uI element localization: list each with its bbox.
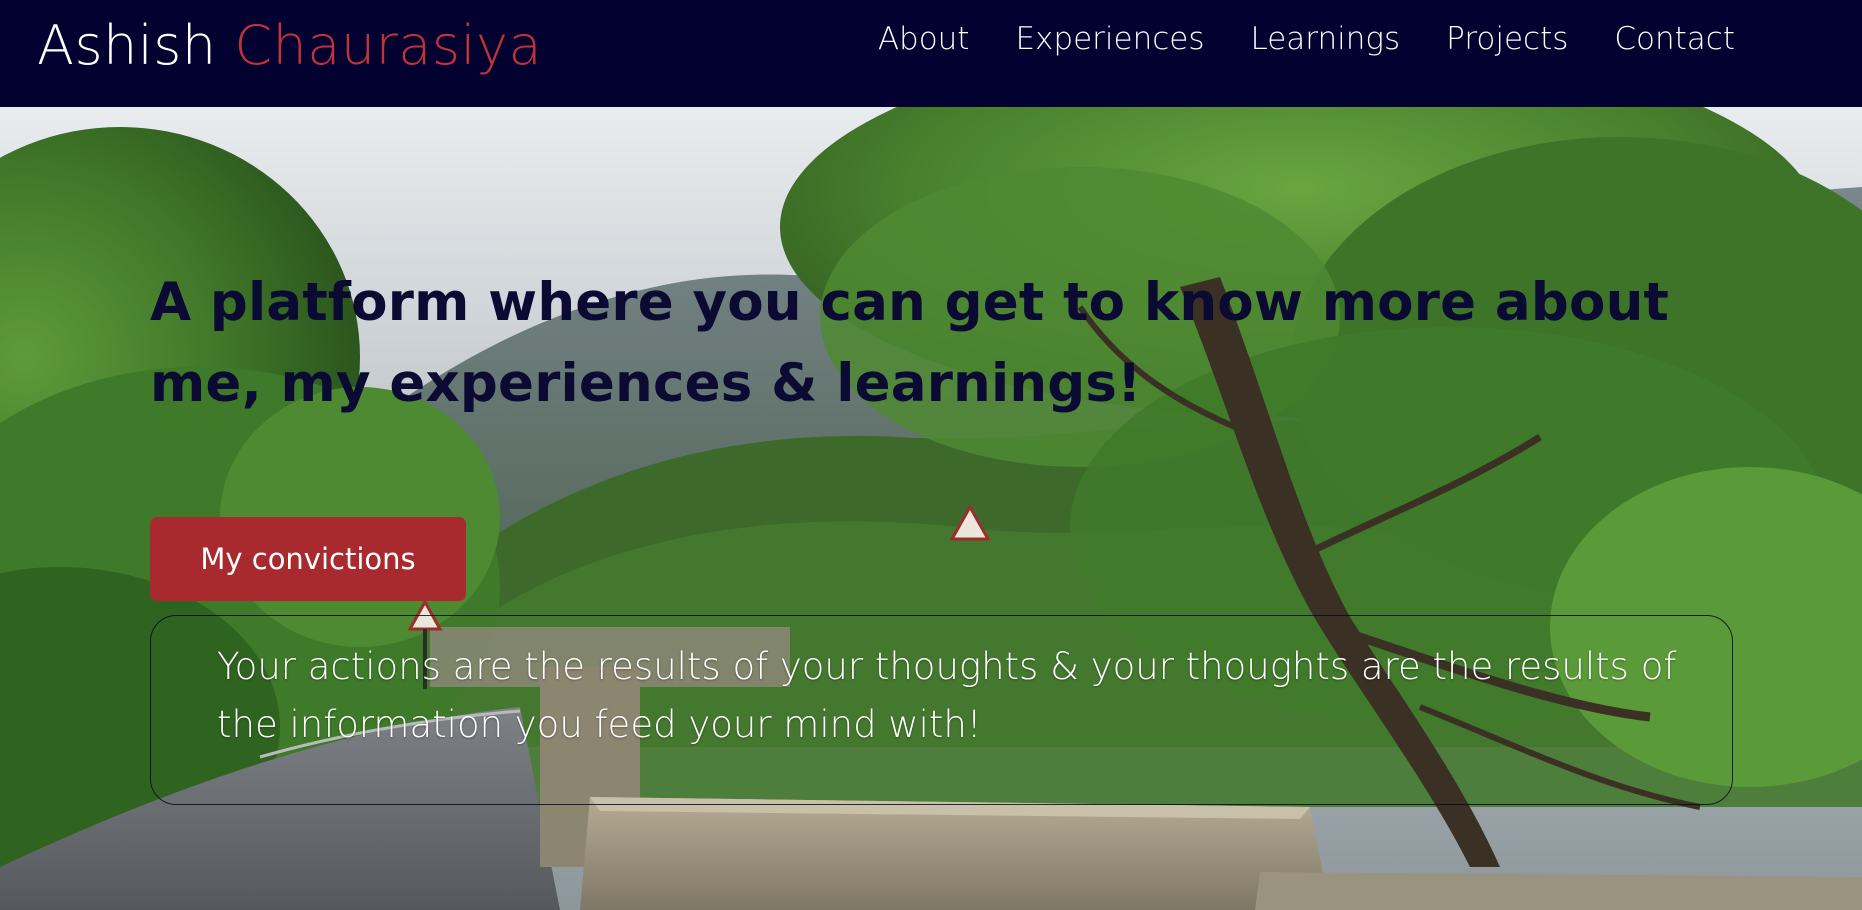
nav-link-about[interactable]: About xyxy=(878,18,970,60)
nav-link-projects[interactable]: Projects xyxy=(1446,18,1568,60)
my-convictions-button[interactable]: My convictions xyxy=(150,517,466,601)
top-navbar: Ashish Chaurasiya About Experiences Lear… xyxy=(0,0,1862,107)
hero-headline: A platform where you can get to know mor… xyxy=(150,272,1670,414)
hero-section: A platform where you can get to know mor… xyxy=(0,107,1862,910)
main-nav: About Experiences Learnings Projects Con… xyxy=(878,18,1735,60)
nav-link-contact[interactable]: Contact xyxy=(1614,18,1735,60)
site-logo[interactable]: Ashish Chaurasiya xyxy=(37,14,542,78)
brand-last-name: Chaurasiya xyxy=(234,14,543,77)
brand-first-name: Ashish xyxy=(37,14,217,77)
conviction-quote-box: Your actions are the results of your tho… xyxy=(150,615,1733,805)
nav-link-learnings[interactable]: Learnings xyxy=(1251,18,1401,60)
conviction-quote: Your actions are the results of your tho… xyxy=(217,645,1677,746)
nav-link-experiences[interactable]: Experiences xyxy=(1015,18,1204,60)
